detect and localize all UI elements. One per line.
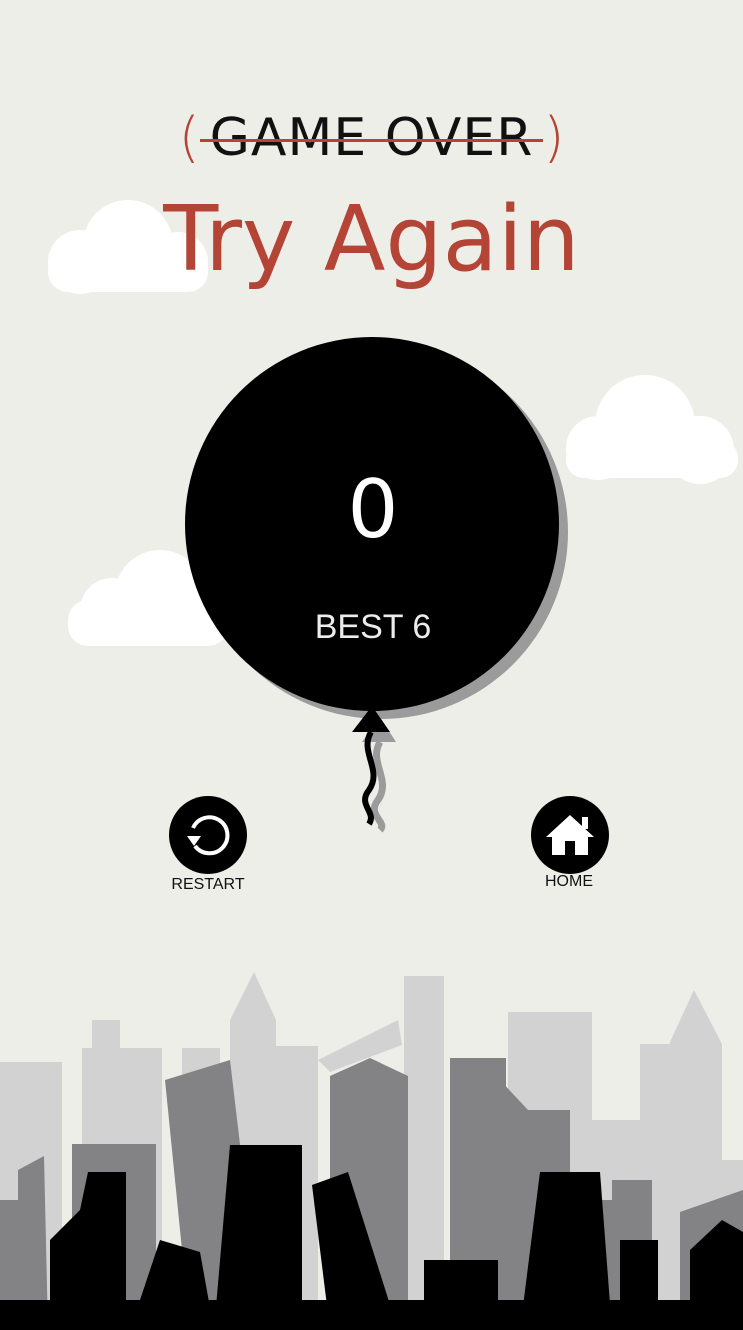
close-paren: )	[543, 106, 565, 169]
home-label[interactable]: HOME	[509, 873, 629, 891]
open-paren: (	[178, 106, 200, 169]
balloon	[185, 337, 559, 826]
best-score: BEST 6	[314, 608, 432, 646]
current-score: 0	[347, 463, 399, 556]
cloud-icon	[566, 375, 738, 484]
home-icon	[546, 815, 594, 855]
restart-button[interactable]	[169, 796, 247, 874]
home-button[interactable]	[531, 796, 609, 874]
game-over-text: GAME OVER	[199, 112, 544, 164]
restart-icon	[187, 815, 230, 856]
restart-label[interactable]: RESTART	[148, 876, 268, 894]
game-over-title: ( GAME OVER )	[0, 98, 743, 178]
try-again-heading: Try Again	[163, 187, 580, 292]
